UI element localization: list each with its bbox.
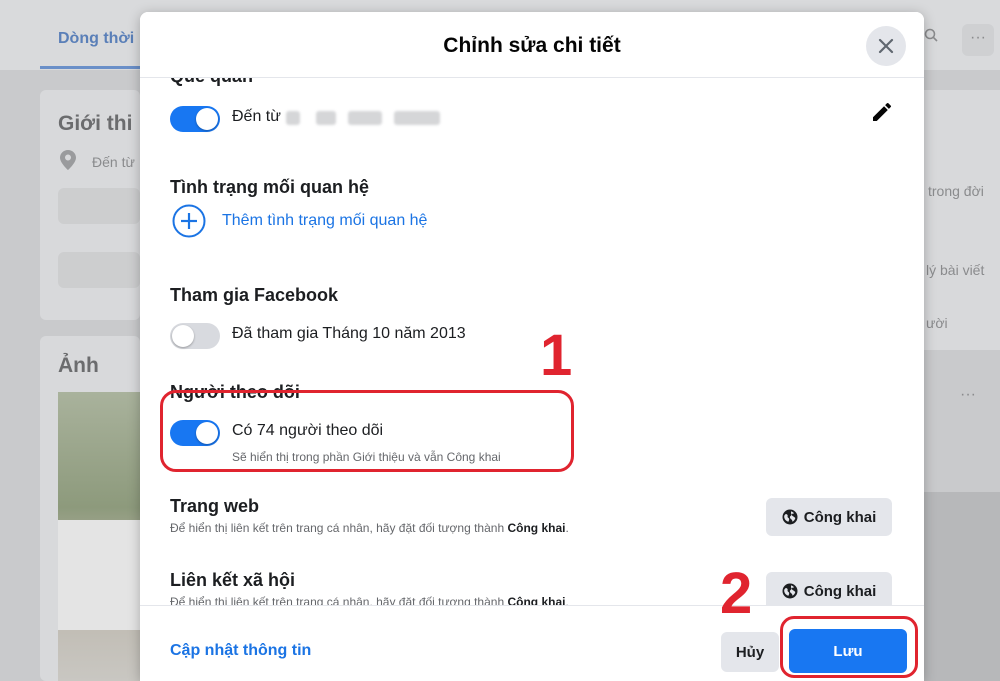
update-info-link[interactable]: Cập nhật thông tin — [170, 642, 311, 660]
background-button-placeholder — [58, 252, 140, 288]
hometown-heading: Quê quán — [170, 78, 253, 87]
followers-count-text: Có 74 người theo dõi — [232, 422, 384, 439]
background-right-card — [922, 90, 1000, 350]
joined-facebook-text: Đã tham gia Tháng 10 năm 2013 — [232, 325, 466, 342]
more-options-icon: ··· — [962, 24, 994, 56]
redacted-text — [286, 111, 300, 125]
edit-pencil-icon[interactable] — [870, 100, 894, 124]
dialog-body[interactable]: Quê quán Đến từ Tình trạng mối quan hệ T… — [140, 78, 924, 605]
close-button[interactable] — [866, 26, 906, 66]
step-2-number: 2 — [720, 561, 753, 626]
joined-facebook-toggle[interactable] — [170, 323, 220, 349]
background-tab-underline — [40, 66, 140, 69]
background-photos-heading: Ảnh — [58, 354, 99, 377]
edit-details-dialog: Chỉnh sửa chi tiết Quê quán Đến từ Tình … — [140, 12, 924, 681]
website-heading: Trang web — [170, 496, 260, 516]
dialog-title: Chỉnh sửa chi tiết — [443, 34, 621, 57]
followers-subtext: Sẽ hiển thị trong phần Giới thiệu và vẫn… — [232, 450, 501, 464]
background-right-text: trong đời — [928, 183, 984, 199]
social-links-privacy-button[interactable]: Công khai — [766, 572, 892, 605]
hometown-toggle[interactable] — [170, 106, 220, 132]
social-links-subtext: Để hiển thị liên kết trên trang cá nhân,… — [170, 595, 569, 605]
website-privacy-label: Công khai — [803, 508, 877, 526]
followers-toggle[interactable] — [170, 420, 220, 446]
background-right-text: ười — [926, 315, 948, 331]
dialog-footer: Cập nhật thông tin Hủy Lưu — [140, 605, 924, 681]
website-privacy-button[interactable]: Công khai — [766, 498, 892, 536]
background-right-text: lý bài viết — [926, 262, 985, 278]
step-1-number: 1 — [540, 323, 573, 388]
redacted-text — [394, 111, 440, 125]
close-icon — [878, 38, 894, 54]
redacted-text — [316, 111, 336, 125]
globe-icon — [782, 583, 798, 599]
background-photo — [922, 492, 1000, 681]
add-circle-icon[interactable] — [172, 204, 206, 238]
background-tab-timeline: Dòng thời — [58, 30, 135, 47]
followers-heading: Người theo dõi — [170, 382, 300, 402]
redacted-text — [348, 111, 382, 125]
globe-icon — [782, 509, 798, 525]
relationship-heading: Tình trạng mối quan hệ — [170, 177, 369, 197]
website-subtext: Để hiển thị liên kết trên trang cá nhân,… — [170, 521, 569, 535]
more-options-icon: ··· — [960, 386, 976, 403]
social-links-heading: Liên kết xã hội — [170, 570, 296, 590]
cancel-button[interactable]: Hủy — [721, 632, 779, 672]
social-links-privacy-label: Công khai — [803, 582, 877, 600]
background-from-text: Đến từ — [92, 154, 135, 170]
joined-facebook-heading: Tham gia Facebook — [170, 285, 339, 305]
search-icon — [924, 28, 938, 42]
dialog-header: Chỉnh sửa chi tiết — [140, 12, 924, 78]
location-pin-icon — [60, 150, 76, 170]
background-photo — [58, 520, 140, 630]
add-relationship-link[interactable]: Thêm tình trạng mối quan hệ — [222, 212, 427, 230]
save-button[interactable]: Lưu — [789, 629, 907, 673]
hometown-text: Đến từ — [232, 108, 281, 125]
background-button-placeholder — [58, 188, 140, 224]
background-intro-heading: Giới thi — [58, 112, 133, 135]
